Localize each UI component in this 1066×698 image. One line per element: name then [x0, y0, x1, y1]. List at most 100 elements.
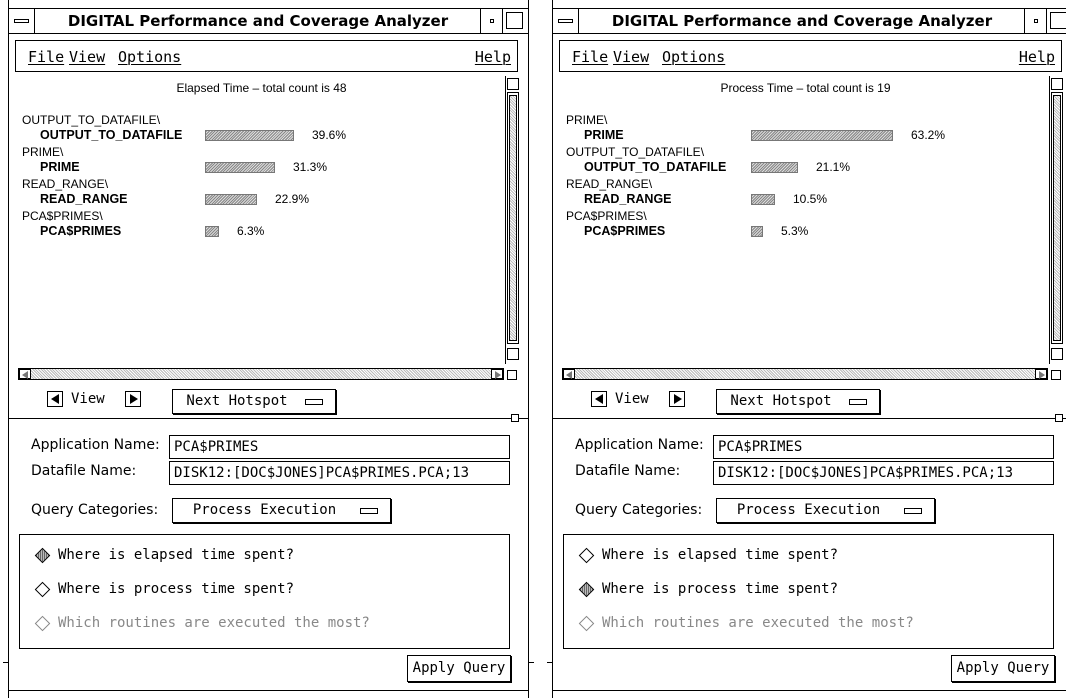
maximize-button[interactable] — [502, 9, 528, 33]
histogram-bar[interactable] — [751, 194, 775, 205]
minimize-icon — [490, 19, 494, 23]
routine-label[interactable]: READ_RANGE — [584, 192, 672, 206]
vertical-scrollbar[interactable] — [1051, 78, 1063, 368]
menu-options[interactable]: Options — [662, 48, 725, 66]
histogram-bar[interactable] — [751, 130, 893, 141]
option-menu-indicator-icon — [360, 508, 378, 514]
scroll-left-arrow-icon[interactable] — [563, 369, 575, 379]
datafile-name-label: Datafile Name: — [31, 463, 137, 479]
routine-label[interactable]: PCA$PRIMES — [584, 224, 665, 238]
query-text: Which routines are executed the most? — [602, 615, 914, 631]
scroll-top-button[interactable] — [1051, 78, 1063, 90]
scroll-track[interactable] — [1051, 92, 1063, 344]
menu-bar: File View Options Help — [15, 40, 518, 72]
view-previous-button[interactable] — [591, 391, 607, 407]
window-menu-button[interactable] — [9, 9, 35, 33]
option-menu-indicator-icon — [305, 399, 323, 405]
application-name-field[interactable]: PCA$PRIMES — [169, 435, 510, 459]
radio-diamond-icon — [34, 581, 51, 598]
view-next-button[interactable] — [669, 391, 685, 407]
vertical-scrollbar[interactable] — [507, 78, 519, 368]
window-bottom-edge — [9, 690, 528, 691]
scroll-bottom-button[interactable] — [1051, 348, 1063, 360]
title-bar[interactable]: DIGITAL Performance and Coverage Analyze… — [553, 8, 1066, 34]
routine-parent-label: OUTPUT_TO_DATAFILE\ — [22, 113, 161, 127]
routine-label[interactable]: PRIME — [40, 160, 80, 174]
menu-help[interactable]: Help — [1019, 48, 1055, 66]
minimize-button[interactable] — [1024, 9, 1046, 33]
query-categories-label: Query Categories: — [575, 502, 703, 518]
percent-label: 63.2% — [911, 128, 946, 142]
view-label: View — [615, 391, 649, 407]
chart-title: Elapsed Time – total count is 48 — [176, 81, 347, 95]
routine-parent-label: PCA$PRIMES\ — [566, 209, 647, 223]
pane-sash[interactable] — [1055, 414, 1063, 422]
routine-label[interactable]: OUTPUT_TO_DATAFILE — [584, 160, 726, 174]
scroll-right-arrow-icon[interactable] — [491, 369, 503, 379]
query-categories-menu[interactable]: Process Execution — [716, 498, 935, 523]
scroll-bottom-button[interactable] — [507, 348, 519, 360]
view-previous-button[interactable] — [47, 391, 63, 407]
histogram-bar[interactable] — [751, 226, 763, 237]
resize-tick[interactable] — [528, 662, 534, 663]
histogram-area: Process Time – total count is 19 PRIME\ … — [562, 76, 1050, 364]
title-bar[interactable]: DIGITAL Performance and Coverage Analyze… — [9, 8, 528, 34]
histogram-bar[interactable] — [205, 226, 219, 237]
scroll-right-arrow-icon[interactable] — [1035, 369, 1047, 379]
histogram-bar[interactable] — [205, 130, 294, 141]
view-next-button[interactable] — [125, 391, 141, 407]
query-text: Where is elapsed time spent? — [602, 547, 839, 563]
window-menu-button[interactable] — [553, 9, 579, 33]
pane-divider — [553, 418, 1055, 419]
radio-diamond-icon — [578, 547, 595, 564]
histogram-bar[interactable] — [751, 162, 798, 173]
query-category-value: Process Execution — [192, 502, 337, 518]
option-menu-indicator-icon — [849, 399, 867, 405]
menu-file[interactable]: File — [28, 48, 64, 66]
menu-help[interactable]: Help — [475, 48, 511, 66]
query-categories-menu[interactable]: Process Execution — [172, 498, 391, 523]
scroll-track[interactable] — [507, 92, 519, 344]
sash-line — [519, 418, 528, 419]
routine-label[interactable]: PRIME — [584, 128, 624, 142]
horizontal-scrollbar[interactable] — [18, 368, 504, 380]
next-hotspot-menu[interactable]: Next Hotspot — [172, 389, 336, 414]
routine-parent-label: PCA$PRIMES\ — [22, 209, 103, 223]
query-text: Where is process time spent? — [602, 581, 839, 597]
maximize-icon — [1050, 12, 1066, 29]
percent-label: 5.3% — [781, 224, 809, 238]
datafile-name-field[interactable]: DISK12:[DOC$JONES]PCA$PRIMES.PCA;13 — [713, 461, 1054, 485]
percent-label: 31.3% — [293, 160, 328, 174]
resize-tick[interactable] — [547, 662, 553, 663]
routine-label[interactable]: PCA$PRIMES — [40, 224, 121, 238]
menu-view[interactable]: View — [613, 48, 649, 66]
scroll-thumb[interactable] — [1053, 95, 1061, 341]
pane-sash[interactable] — [511, 414, 519, 422]
minimize-icon — [1034, 19, 1038, 23]
minimize-button[interactable] — [480, 9, 502, 33]
scroll-left-arrow-icon[interactable] — [19, 369, 31, 379]
resize-tick[interactable] — [3, 662, 9, 663]
scroll-corner — [1051, 370, 1061, 380]
application-name-field[interactable]: PCA$PRIMES — [713, 435, 1054, 459]
menu-options[interactable]: Options — [118, 48, 181, 66]
maximize-button[interactable] — [1046, 9, 1066, 33]
horizontal-scrollbar[interactable] — [562, 368, 1048, 380]
histogram-bar[interactable] — [205, 162, 275, 173]
datafile-name-field[interactable]: DISK12:[DOC$JONES]PCA$PRIMES.PCA;13 — [169, 461, 510, 485]
scroll-top-button[interactable] — [507, 78, 519, 90]
menu-file[interactable]: File — [572, 48, 608, 66]
apply-query-button[interactable]: Apply Query — [951, 655, 1055, 682]
routine-label[interactable]: OUTPUT_TO_DATAFILE — [40, 128, 182, 142]
scroll-corner — [507, 370, 517, 380]
menu-view[interactable]: View — [69, 48, 105, 66]
pane-divider — [9, 418, 511, 419]
next-hotspot-menu[interactable]: Next Hotspot — [716, 389, 880, 414]
apply-query-button[interactable]: Apply Query — [407, 655, 511, 682]
routine-label[interactable]: READ_RANGE — [40, 192, 128, 206]
next-hotspot-label: Next Hotspot — [186, 393, 288, 409]
radio-diamond-icon — [34, 615, 51, 632]
pca-window-process: DIGITAL Performance and Coverage Analyze… — [547, 0, 1066, 698]
scroll-thumb[interactable] — [509, 95, 517, 341]
histogram-bar[interactable] — [205, 194, 257, 205]
